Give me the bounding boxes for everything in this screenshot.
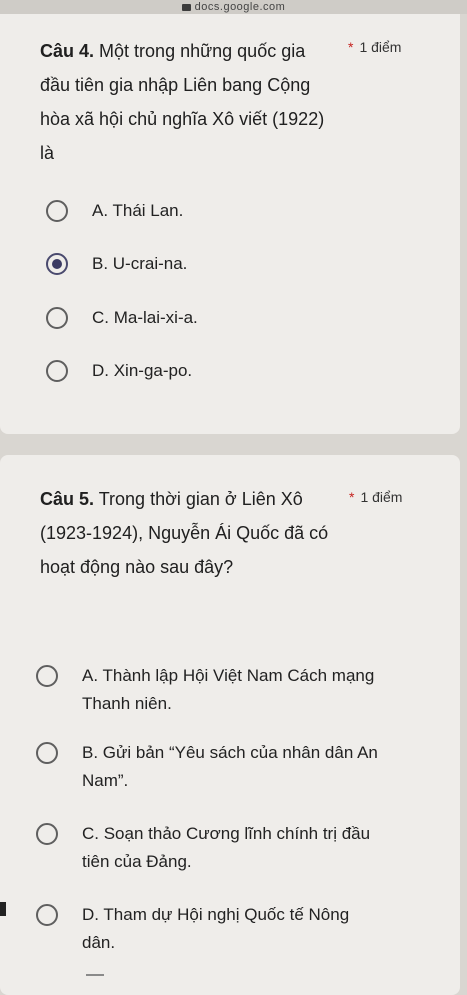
q4-option-a[interactable]: A. Thái Lan. (46, 200, 183, 225)
points-label: 1 điểm (360, 489, 403, 505)
url-text: docs.google.com (194, 1, 286, 13)
q4-option-d[interactable]: D. Xin-ga-po. (46, 360, 192, 385)
lock-icon (181, 3, 191, 11)
radio-button-selected[interactable] (46, 253, 68, 275)
option-label: B. Gửi bản “Yêu sách của nhân dân An Nam… (82, 743, 378, 790)
option-label: D. Xin-ga-po. (92, 361, 193, 380)
option-label: A. Thái Lan. (92, 201, 184, 220)
scroll-indicator (86, 974, 104, 976)
q4-option-b[interactable]: B. U-crai-na. (46, 253, 187, 278)
q5-option-b[interactable]: B. Gửi bản “Yêu sách của nhân dân An Nam… (36, 742, 382, 795)
question-5-number: Câu 5. (40, 489, 95, 509)
option-label: C. Ma-lai-xi-a. (92, 308, 198, 327)
question-5-title: Câu 5. Trong thời gian ở Liên Xô (1923-1… (40, 482, 340, 584)
option-label: C. Soạn thảo Cương lĩnh chính trị đầu ti… (82, 824, 371, 871)
radio-button[interactable] (46, 360, 68, 382)
required-star-icon: * (349, 489, 355, 505)
browser-address-bar[interactable]: docs.google.com (0, 0, 467, 14)
radio-button[interactable] (36, 665, 58, 687)
question-4-points: * 1 điểm (348, 39, 401, 55)
edge-marker (0, 902, 6, 916)
question-5-points: * 1 điểm (349, 489, 402, 505)
radio-button[interactable] (36, 904, 58, 926)
q5-option-c[interactable]: C. Soạn thảo Cương lĩnh chính trị đầu ti… (36, 823, 382, 876)
q5-option-d[interactable]: D. Tham dự Hội nghị Quốc tế Nông dân. (36, 904, 382, 957)
required-star-icon: * (348, 39, 354, 55)
radio-button[interactable] (46, 307, 68, 329)
points-label: 1 điểm (359, 39, 402, 55)
option-label: B. U-crai-na. (92, 254, 188, 273)
option-label: A. Thành lập Hội Việt Nam Cách mạng Than… (82, 666, 375, 713)
radio-button[interactable] (36, 742, 58, 764)
q5-option-a[interactable]: A. Thành lập Hội Việt Nam Cách mạng Than… (36, 665, 382, 718)
radio-button[interactable] (36, 823, 58, 845)
question-4-title: Câu 4. Một trong những quốc gia đầu tiên… (40, 34, 340, 170)
question-4-number: Câu 4. (40, 41, 95, 61)
option-label: D. Tham dự Hội nghị Quốc tế Nông dân. (82, 905, 350, 952)
radio-button[interactable] (46, 200, 68, 222)
q4-option-c[interactable]: C. Ma-lai-xi-a. (46, 307, 198, 332)
